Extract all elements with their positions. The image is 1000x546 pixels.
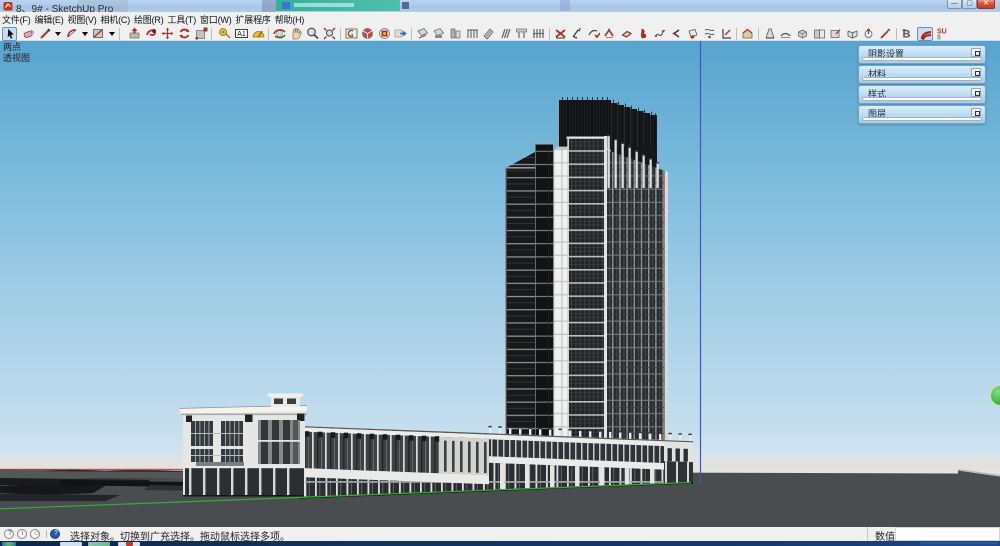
svg-text:8: 8 bbox=[937, 35, 941, 41]
svg-text:A1: A1 bbox=[237, 31, 246, 38]
